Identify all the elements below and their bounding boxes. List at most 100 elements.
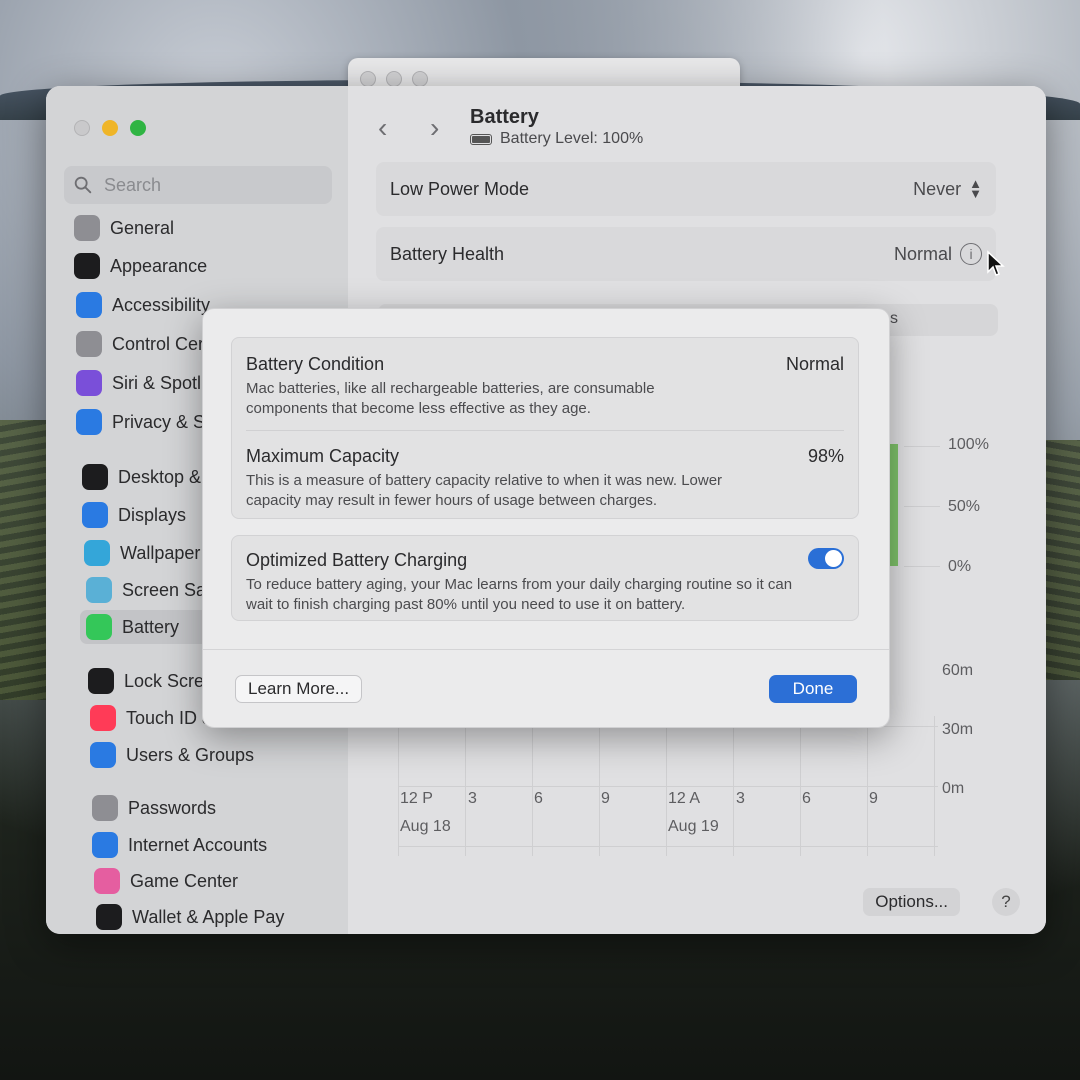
info-icon[interactable]: i — [960, 243, 982, 265]
usage-tick-30m: 30m — [942, 721, 974, 738]
x-tick: 6 — [802, 790, 811, 807]
done-button[interactable]: Done — [769, 675, 857, 703]
x-tick: 6 — [534, 790, 543, 807]
usage-tick-60m: 60m — [942, 662, 974, 679]
optimized-charging-toggle[interactable] — [808, 548, 844, 569]
optimized-charging-section: Optimized Battery Charging To reduce bat… — [246, 550, 844, 615]
chart-tab-label: s — [890, 310, 898, 327]
x-tick: 12 P — [400, 790, 433, 807]
x-tick: 9 — [869, 790, 878, 807]
optimized-charging-card: Optimized Battery Charging To reduce bat… — [231, 535, 859, 621]
sidebar-item-label: Game Center — [130, 870, 239, 891]
sidebar-item-label: Passwords — [128, 797, 217, 818]
back-chevron-icon[interactable]: ‹ — [378, 112, 387, 144]
sidebar-item-label: Displays — [118, 504, 187, 525]
optimized-charging-title: Optimized Battery Charging — [246, 550, 468, 570]
battery-health-value: Normal — [893, 243, 952, 264]
battery-condition-value: Normal — [785, 354, 844, 374]
fingerprint-icon — [90, 705, 116, 731]
low-power-mode-popup[interactable]: Never ▲ ▼ — [913, 176, 982, 201]
siri-icon — [76, 370, 102, 396]
sidebar-item-label: Users & Groups — [126, 744, 255, 765]
wallpaper-icon — [84, 540, 110, 566]
sidebar-item-game-center[interactable]: Game Center — [88, 864, 358, 898]
date-label: Aug 19 — [668, 818, 719, 835]
sidebar-item-label: Wallet & Apple Pay — [132, 906, 285, 927]
at-sign-icon — [92, 832, 118, 858]
battery-health-label: Battery Health — [390, 243, 505, 264]
users-icon — [90, 742, 116, 768]
sidebar-item-label: Battery — [122, 616, 180, 637]
health-card: Battery Condition Mac batteries, like al… — [231, 337, 859, 519]
lock-icon — [88, 668, 114, 694]
level-tick-100: 100% — [948, 436, 989, 453]
sidebar-item-general[interactable]: General — [68, 211, 338, 245]
help-button[interactable]: ? — [992, 888, 1020, 916]
screen-saver-icon — [86, 577, 112, 603]
battery-icon — [86, 614, 112, 640]
control-center-icon — [76, 331, 102, 357]
appearance-icon — [74, 253, 100, 279]
optimized-charging-desc: To reduce battery aging, your Mac learns… — [246, 576, 793, 613]
search-input[interactable] — [102, 173, 306, 197]
maximum-capacity-section: Maximum Capacity This is a measure of ba… — [246, 446, 844, 511]
battery-condition-section: Battery Condition Mac batteries, like al… — [246, 354, 844, 419]
accessibility-icon — [76, 292, 102, 318]
options-button[interactable]: Options... — [863, 888, 960, 916]
low-power-mode-value: Never — [913, 178, 962, 199]
sidebar-item-label: Control Cer — [112, 333, 205, 354]
sidebar-item-wallet-apple-pay[interactable]: Wallet & Apple Pay — [90, 900, 360, 934]
traffic-lights — [74, 120, 146, 136]
sidebar-item-appearance[interactable]: Appearance — [68, 249, 338, 283]
level-tick-0: 0% — [948, 558, 972, 575]
level-tick-50: 50% — [948, 498, 981, 515]
battery-level-icon — [470, 133, 492, 145]
battery-condition-title: Battery Condition — [246, 354, 385, 374]
forward-chevron-icon[interactable]: › — [430, 112, 439, 144]
sidebar-item-label: General — [110, 217, 175, 238]
sidebar-item-internet-accounts[interactable]: Internet Accounts — [86, 828, 356, 862]
sidebar-item-label: Lock Scree — [124, 670, 215, 691]
usage-tick-0m: 0m — [942, 780, 965, 797]
minimize-button[interactable] — [102, 120, 118, 136]
battery-level-text: Battery Level: 100% — [500, 130, 644, 147]
sidebar-item-label: Siri & Spotl — [112, 372, 202, 393]
key-icon — [92, 795, 118, 821]
battery-health-row: Battery Health Normal i — [376, 227, 996, 281]
wallet-icon — [96, 904, 122, 930]
close-button[interactable] — [74, 120, 90, 136]
battery-condition-desc: Mac batteries, like all rechargeable bat… — [246, 380, 655, 417]
game-center-icon — [94, 868, 120, 894]
maximum-capacity-title: Maximum Capacity — [246, 446, 400, 466]
x-tick: 9 — [601, 790, 610, 807]
page-title: Battery — [470, 106, 539, 128]
low-power-mode-row: Low Power Mode Never ▲ ▼ — [376, 162, 996, 216]
privacy-hand-icon — [76, 409, 102, 435]
x-tick: 3 — [736, 790, 745, 807]
sidebar-item-passwords[interactable]: Passwords — [86, 791, 356, 825]
sidebar-item-label: Internet Accounts — [128, 834, 268, 855]
sidebar-item-label: Accessibility — [112, 294, 211, 315]
low-power-mode-label: Low Power Mode — [390, 178, 530, 199]
sidebar-item-users-groups[interactable]: Users & Groups — [84, 738, 354, 772]
learn-more-button[interactable]: Learn More... — [235, 675, 363, 703]
search-field[interactable] — [64, 166, 332, 204]
date-label: Aug 18 — [400, 818, 451, 835]
updown-chevron-icon: ▲ ▼ — [969, 176, 982, 201]
page-subtitle: Battery Level: 100% — [470, 130, 643, 148]
sidebar-item-label: Appearance — [110, 255, 208, 276]
sidebar-item-label: Touch ID & — [126, 707, 215, 728]
battery-health-sheet: Battery Condition Mac batteries, like al… — [202, 308, 890, 728]
desktop-dock-icon — [82, 464, 108, 490]
displays-icon — [82, 502, 108, 528]
mouse-cursor-icon — [987, 250, 1005, 276]
gear-icon — [74, 215, 100, 241]
sidebar-item-label: Wallpaper — [120, 542, 201, 563]
maximum-capacity-desc: This is a measure of battery capacity re… — [246, 472, 723, 509]
x-tick: 12 A — [668, 790, 701, 807]
sidebar-item-label: Privacy & S — [112, 411, 206, 432]
x-tick: 3 — [468, 790, 477, 807]
sidebar-item-label: Desktop & — [118, 466, 202, 487]
zoom-button[interactable] — [130, 120, 146, 136]
maximum-capacity-value: 98% — [807, 446, 844, 466]
